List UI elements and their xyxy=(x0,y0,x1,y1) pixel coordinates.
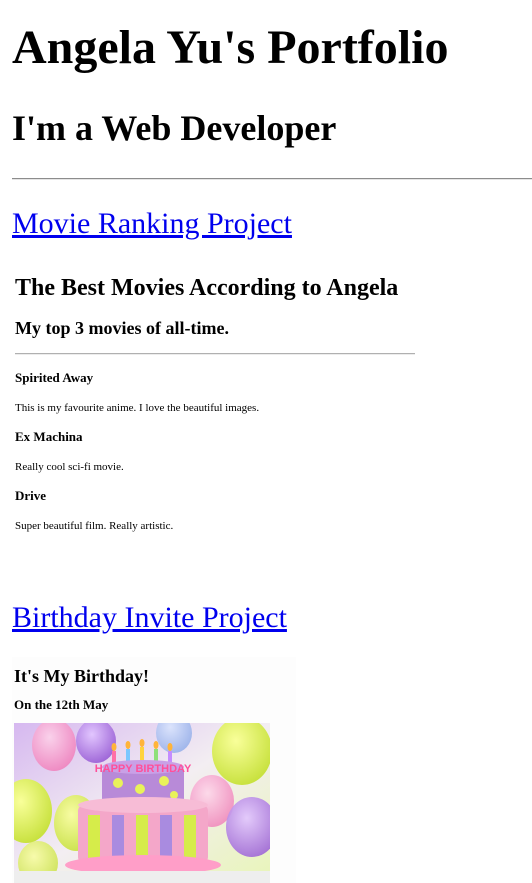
birthday-page-title: It's My Birthday! xyxy=(14,666,149,686)
movie-description: This is my favourite anime. I love the b… xyxy=(15,402,260,414)
movie-title: Ex Machina xyxy=(15,429,83,444)
movie-title: Drive xyxy=(15,488,47,503)
movie-divider xyxy=(15,353,415,355)
movie-ranking-project-link[interactable]: Movie Ranking Project xyxy=(12,206,292,242)
page-title: Angela Yu's Portfolio xyxy=(12,21,449,74)
movie-page-title: The Best Movies According to Angela xyxy=(15,275,399,301)
movie-ranking-embed: The Best Movies According to Angela My t… xyxy=(12,262,432,552)
birthday-invite-project-link[interactable]: Birthday Invite Project xyxy=(12,600,287,636)
movie-description: Really cool sci-fi movie. xyxy=(15,461,124,473)
page-subtitle: I'm a Web Developer xyxy=(12,108,337,148)
birthday-date: On the 12th May xyxy=(14,697,109,712)
birthday-cake-image: HAPPY BIRTHDAY xyxy=(14,723,270,883)
movie-title: Spirited Away xyxy=(15,370,94,385)
birthday-invite-embed: It's My Birthday! On the 12th May HAPPY … xyxy=(12,657,296,883)
portfolio-page: Angela Yu's Portfolio I'm a Web Develope… xyxy=(0,0,532,883)
movie-page-subtitle: My top 3 movies of all-time. xyxy=(15,318,229,338)
section-divider xyxy=(12,178,532,180)
cake-topper-text: HAPPY BIRTHDAY xyxy=(95,763,192,775)
movie-description: Super beautiful film. Really artistic. xyxy=(15,520,174,532)
